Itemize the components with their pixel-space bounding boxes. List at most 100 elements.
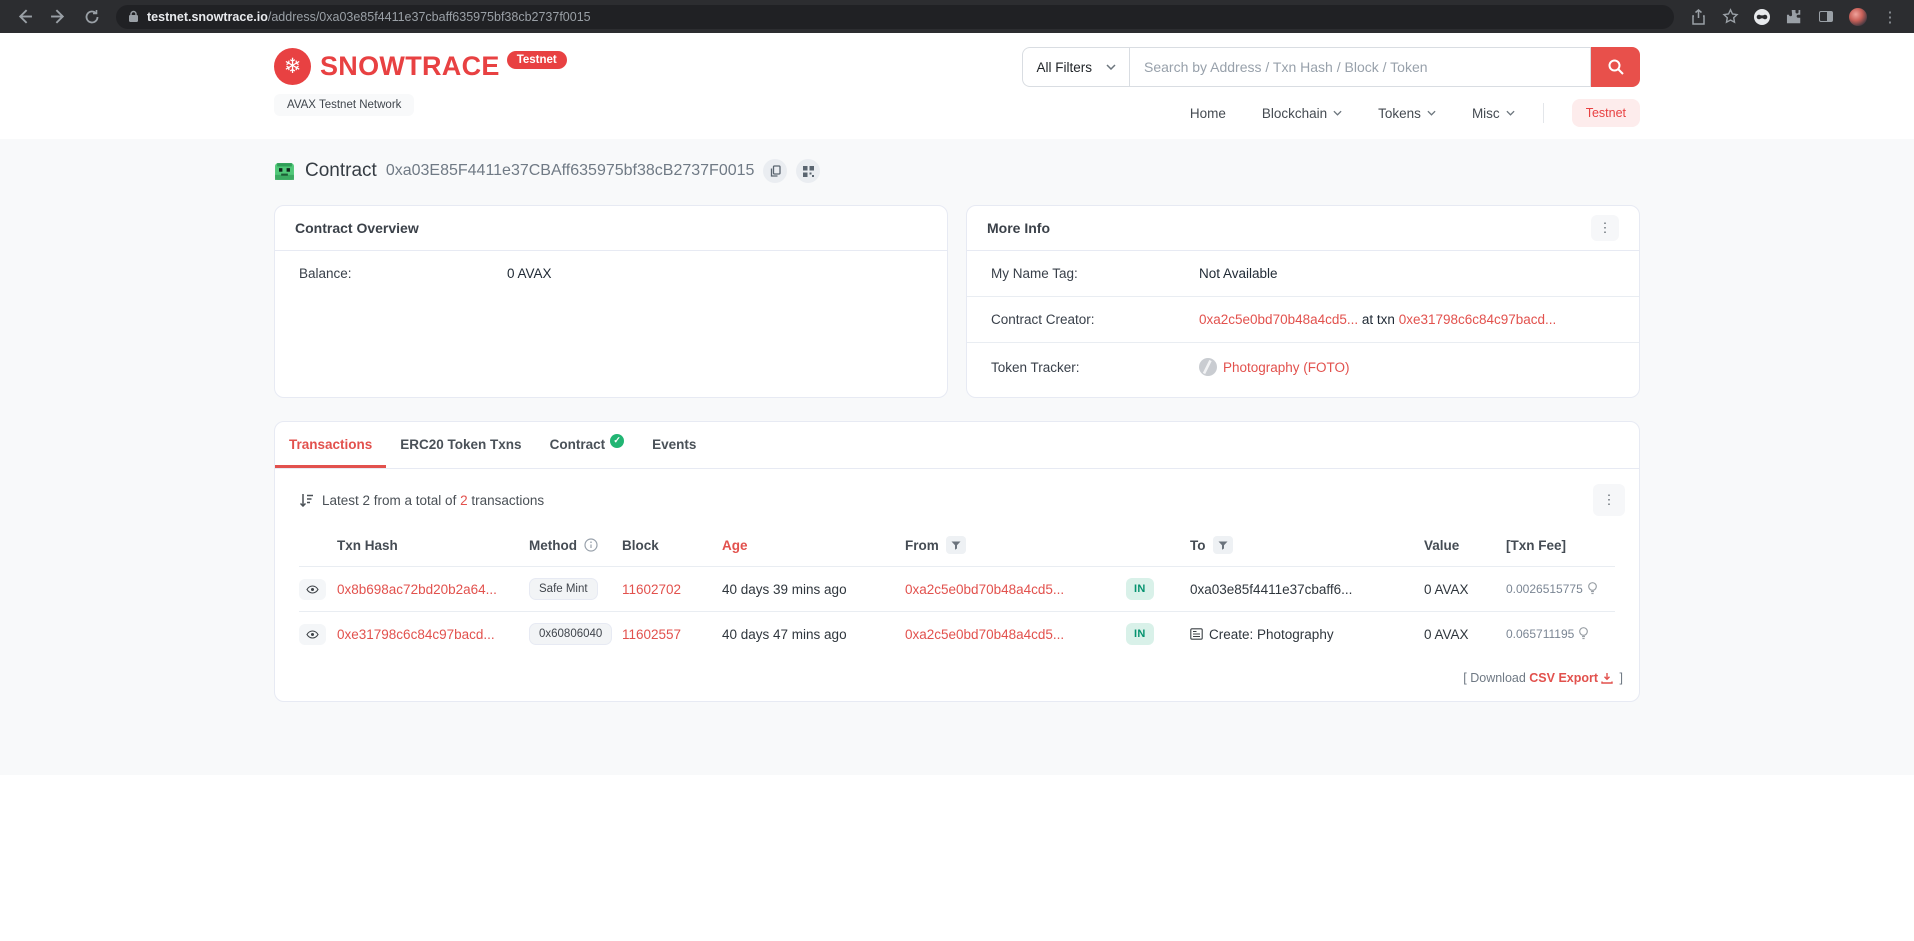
name-tag-label: My Name Tag: [991,266,1078,281]
reload-icon[interactable] [78,5,106,29]
tab-erc20-token-txns[interactable]: ERC20 Token Txns [386,422,535,468]
chevron-down-icon [1506,110,1515,116]
txn-fee-value: 0.0026515775 [1506,582,1583,596]
tab-transactions[interactable]: Transactions [275,422,387,468]
txn-hash-link[interactable]: 0x8b698ac72bd20b2a64... [337,582,497,597]
method-badge: Safe Mint [529,578,598,600]
col-to: To [1190,537,1206,553]
browser-toolbar: testnet.snowtrace.io/address/0xa03e85f44… [0,0,1914,33]
from-filter-icon[interactable] [945,536,966,554]
method-badge: 0x60806040 [529,623,613,645]
qr-code-button[interactable] [796,159,821,183]
direction-badge: IN [1126,623,1154,645]
bookmark-star-icon[interactable] [1716,5,1744,29]
txn-hash-link[interactable]: 0xe31798c6c84c97bacd... [337,627,495,642]
eye-icon [306,629,319,639]
to-contract-name: Create: Photography [1209,626,1334,642]
creator-txn-link[interactable]: 0xe31798c6c84c97bacd... [1399,312,1557,327]
footer-area [0,775,1914,941]
snowflake-logo-icon: ❄ [274,48,311,85]
site-header: ❄ SNOWTRACE Testnet AVAX Testnet Network… [0,33,1914,139]
creator-address-link[interactable]: 0xa2c5e0bd70b48a4cd5... [1199,312,1358,327]
tab-bar: Transactions ERC20 Token Txns Contract ✓… [275,422,1639,469]
copy-icon [770,165,781,177]
info-icon[interactable] [584,538,598,552]
col-block: Block [622,537,659,553]
block-link[interactable]: 11602702 [622,582,681,597]
gas-lightbulb-icon[interactable] [1587,582,1598,596]
transactions-panel: Transactions ERC20 Token Txns Contract ✓… [274,421,1640,702]
age-value: 40 days 39 mins ago [722,581,847,597]
token-tracker-link[interactable]: Photography (FOTO) [1223,360,1350,375]
table-header-row: Txn Hash Method Block Age From To Value … [299,530,1615,566]
lock-icon [128,10,139,23]
block-link[interactable]: 11602557 [622,627,681,642]
value-cell: 0 AVAX [1424,581,1469,597]
more-info-card: More Info ⋮ My Name Tag: Not Available C… [966,205,1640,398]
page-background: Contract 0xa03E85F4411e37CBAff635975bf38… [0,139,1914,775]
nav-divider [1542,103,1544,123]
contract-create-icon [1190,628,1203,640]
network-label: AVAX Testnet Network [274,94,415,116]
profile-avatar[interactable] [1844,5,1872,29]
contract-overview-card: Contract Overview Balance: 0 AVAX [274,205,948,398]
balance-label: Balance: [299,266,352,281]
direction-badge: IN [1126,578,1154,600]
nav-home[interactable]: Home [1190,106,1226,121]
gas-lightbulb-icon[interactable] [1578,627,1589,641]
nav-blockchain[interactable]: Blockchain [1262,106,1342,121]
preview-eye-button[interactable] [299,623,326,645]
copy-address-button[interactable] [763,159,788,183]
extension-goggles-icon[interactable] [1748,5,1776,29]
download-icon [1601,673,1613,684]
browser-menu-icon[interactable]: ⋮ [1876,5,1904,29]
contract-creator-label: Contract Creator: [991,312,1095,327]
nav-tokens[interactable]: Tokens [1378,106,1436,121]
side-panel-icon[interactable] [1812,5,1840,29]
tab-contract[interactable]: Contract ✓ [536,422,639,468]
preview-eye-button[interactable] [299,578,326,600]
from-address-link[interactable]: 0xa2c5e0bd70b48a4cd5... [905,627,1064,642]
col-method: Method [529,537,577,553]
extensions-puzzle-icon[interactable] [1780,5,1808,29]
creator-at-txn-text: at txn [1358,312,1399,327]
chevron-down-icon [1333,110,1342,116]
col-value: Value [1424,537,1460,553]
back-icon[interactable] [10,5,38,29]
search-button[interactable] [1591,47,1640,87]
contract-identicon [275,162,294,180]
to-address: 0xa03e85f4411e37cbaff6... [1190,581,1353,597]
col-txn-fee: [Txn Fee] [1506,537,1567,553]
chevron-down-icon [1106,64,1116,70]
transactions-menu-button[interactable]: ⋮ [1593,484,1625,516]
qr-code-icon [802,165,814,177]
address-bar[interactable]: testnet.snowtrace.io/address/0xa03e85f44… [116,4,1674,29]
txn-fee-value: 0.065711195 [1506,627,1575,641]
share-icon[interactable] [1684,5,1712,29]
transaction-count: 2 [460,492,468,508]
page-title: Contract 0xa03E85F4411e37CBAff635975bf38… [274,151,1640,191]
balance-value: 0 AVAX [507,266,552,281]
brand-logo[interactable]: ❄ SNOWTRACE Testnet [274,48,567,85]
col-age[interactable]: Age [722,538,905,553]
to-filter-icon[interactable] [1212,536,1233,554]
verified-check-icon: ✓ [610,433,625,448]
url-text: testnet.snowtrace.io/address/0xa03e85f44… [147,9,591,24]
search-input[interactable] [1129,47,1591,87]
token-tracker-label: Token Tracker: [991,359,1080,375]
name-tag-value: Not Available [1199,266,1278,281]
value-cell: 0 AVAX [1424,626,1469,642]
eye-icon [306,584,319,594]
transactions-table: Txn Hash Method Block Age From To Value … [299,530,1615,656]
col-txn-hash: Txn Hash [337,537,398,553]
tab-events[interactable]: Events [638,422,710,468]
more-info-menu-button[interactable]: ⋮ [1591,215,1619,241]
forward-icon[interactable] [44,5,72,29]
search-filter-select[interactable]: All Filters [1022,47,1129,87]
csv-export-link[interactable]: CSV Export [1529,671,1598,685]
nav-testnet-button[interactable]: Testnet [1571,99,1640,127]
nav-misc[interactable]: Misc [1472,106,1515,121]
brand-wordmark: SNOWTRACE [320,51,500,81]
table-row: 0x8b698ac72bd20b2a64... Safe Mint 116027… [299,566,1615,611]
from-address-link[interactable]: 0xa2c5e0bd70b48a4cd5... [905,582,1064,597]
